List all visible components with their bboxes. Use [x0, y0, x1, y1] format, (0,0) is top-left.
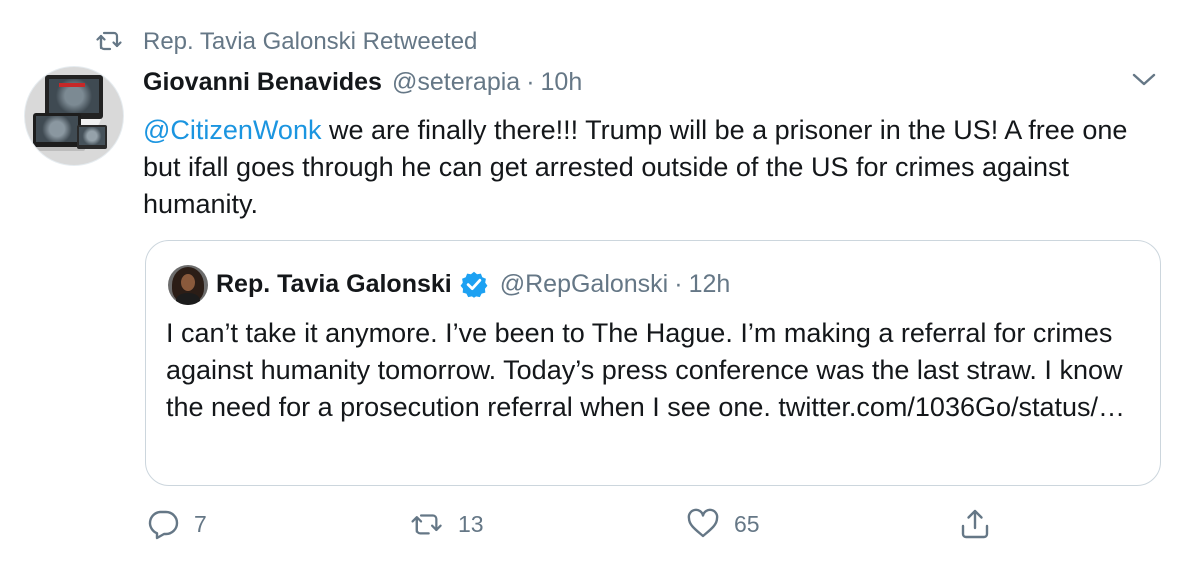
- retweet-header-text[interactable]: Rep. Tavia Galonski Retweeted: [143, 28, 477, 56]
- share-icon: [961, 509, 989, 539]
- quoted-author-name[interactable]: Rep. Tavia Galonski: [216, 270, 452, 299]
- quoted-author-avatar[interactable]: [168, 265, 208, 305]
- author-handle[interactable]: @seterapia: [392, 68, 520, 97]
- retweet-icon: [96, 31, 122, 51]
- verified-badge-icon: [460, 271, 488, 298]
- share-button[interactable]: [958, 506, 992, 542]
- quoted-separator-dot: ·: [674, 269, 683, 298]
- reply-count: 7: [194, 510, 207, 537]
- tweet-author-line: Giovanni Benavides @seterapia · 10h: [143, 68, 582, 100]
- quoted-author-handle[interactable]: @RepGalonski: [500, 270, 669, 299]
- reply-button[interactable]: 7: [146, 506, 207, 542]
- like-button[interactable]: 65: [686, 506, 760, 542]
- retweet-count: 13: [458, 510, 484, 537]
- author-avatar[interactable]: [24, 66, 124, 166]
- separator-dot: ·: [526, 68, 535, 96]
- reply-icon: [148, 510, 179, 540]
- like-count: 65: [734, 510, 760, 537]
- quoted-tweet-timestamp[interactable]: 12h: [689, 270, 731, 299]
- heart-icon: [687, 508, 719, 538]
- tweet-text: @CitizenWonk we are finally there!!! Tru…: [143, 112, 1143, 223]
- retweet-button[interactable]: 13: [410, 506, 484, 542]
- mention-link[interactable]: @CitizenWonk: [143, 115, 321, 145]
- author-name[interactable]: Giovanni Benavides: [143, 68, 382, 97]
- retweet-icon: [411, 514, 442, 535]
- chevron-down-icon[interactable]: [1128, 66, 1160, 92]
- quoted-author-line: Rep. Tavia Galonski @RepGalonski · 12h: [216, 267, 730, 301]
- quoted-tweet-card[interactable]: Rep. Tavia Galonski @RepGalonski · 12h I…: [145, 240, 1161, 486]
- quoted-tweet-text: I can’t take it anymore. I’ve been to Th…: [166, 318, 1126, 422]
- tweet-timestamp[interactable]: 10h: [541, 68, 583, 97]
